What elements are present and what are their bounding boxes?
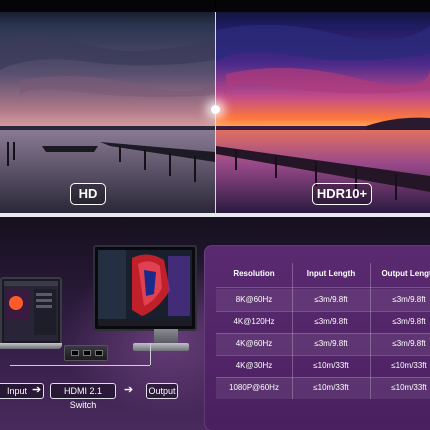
arrow-right-icon: ➔ [32, 384, 42, 396]
cell-output-length: ≤3m/9.8ft [392, 295, 426, 304]
cell-output-length: ≤3m/9.8ft [392, 317, 426, 326]
hdmi-switch-label: HDMI 2.1 Switch [50, 383, 116, 410]
table-row: 8K@60Hz ≤3m/9.8ft ≤3m/9.8ft [216, 289, 430, 311]
table-column-divider [292, 263, 293, 399]
connection-line [10, 365, 150, 366]
monitor-stand-base [133, 343, 189, 351]
laptop-illustration [0, 277, 62, 347]
cell-input-length: ≤10m/33ft [313, 383, 349, 392]
spec-table-card: Resolution Input Length Output Length 8K… [204, 245, 430, 430]
hdmi-port [95, 350, 103, 356]
cell-input-length: ≤3m/9.8ft [314, 339, 348, 348]
table-column-divider [370, 263, 371, 399]
laptop-base [0, 343, 62, 349]
setup-and-specs-section: Input ➔ HDMI 2.1 Switch ➔ Output Resolut… [0, 217, 430, 430]
hd-label: HD [70, 183, 106, 205]
cell-output-length: ≤10m/33ft [391, 383, 427, 392]
cell-resolution: 4K@30Hz [235, 361, 273, 370]
table-row-divider [216, 287, 430, 288]
monitor-illustration [93, 245, 197, 331]
table-row: 4K@60Hz ≤3m/9.8ft ≤3m/9.8ft [216, 333, 430, 355]
cell-resolution: 4K@120Hz [233, 317, 275, 326]
hdmi-port [71, 350, 79, 356]
cell-input-length: ≤10m/33ft [313, 361, 349, 370]
table-row-divider [216, 355, 430, 356]
hdr10-plus-label: HDR10+ [312, 183, 372, 205]
cell-resolution: 8K@60Hz [235, 295, 273, 304]
cell-input-length: ≤3m/9.8ft [314, 317, 348, 326]
monitor-stand [154, 329, 178, 343]
table-row-divider [216, 377, 430, 378]
hd-sunset-image [0, 0, 215, 213]
cell-input-length: ≤3m/9.8ft [314, 295, 348, 304]
cell-resolution: 1080P@60Hz [229, 383, 279, 392]
cell-output-length: ≤3m/9.8ft [392, 339, 426, 348]
table-row: 1080P@60Hz ≤10m/33ft ≤10m/33ft [216, 377, 430, 399]
connection-line [150, 343, 151, 365]
laptop-screen-artwork [4, 281, 58, 341]
monitor-screen-artwork [98, 250, 192, 326]
output-label: Output [146, 383, 178, 399]
table-row: 4K@30Hz ≤10m/33ft ≤10m/33ft [216, 355, 430, 377]
hd-vs-hdr-comparison: HD HDR10+ [0, 0, 430, 213]
hdr-sunset-image [216, 0, 430, 213]
light-flare [211, 105, 220, 114]
table-row-divider [216, 311, 430, 312]
monitor-taskbar [98, 319, 192, 326]
hdmi-switch-device [64, 345, 108, 361]
table-header-row: Resolution Input Length Output Length [216, 263, 430, 285]
arrow-right-icon: ➔ [124, 384, 134, 396]
hdmi-port [83, 350, 91, 356]
cell-resolution: 4K@60Hz [235, 339, 273, 348]
table-row: 4K@120Hz ≤3m/9.8ft ≤3m/9.8ft [216, 311, 430, 333]
header-input-length: Input Length [306, 269, 356, 278]
table-row-divider [216, 333, 430, 334]
cell-output-length: ≤10m/33ft [391, 361, 427, 370]
header-resolution: Resolution [233, 269, 275, 278]
header-output-length: Output Length [381, 269, 430, 278]
